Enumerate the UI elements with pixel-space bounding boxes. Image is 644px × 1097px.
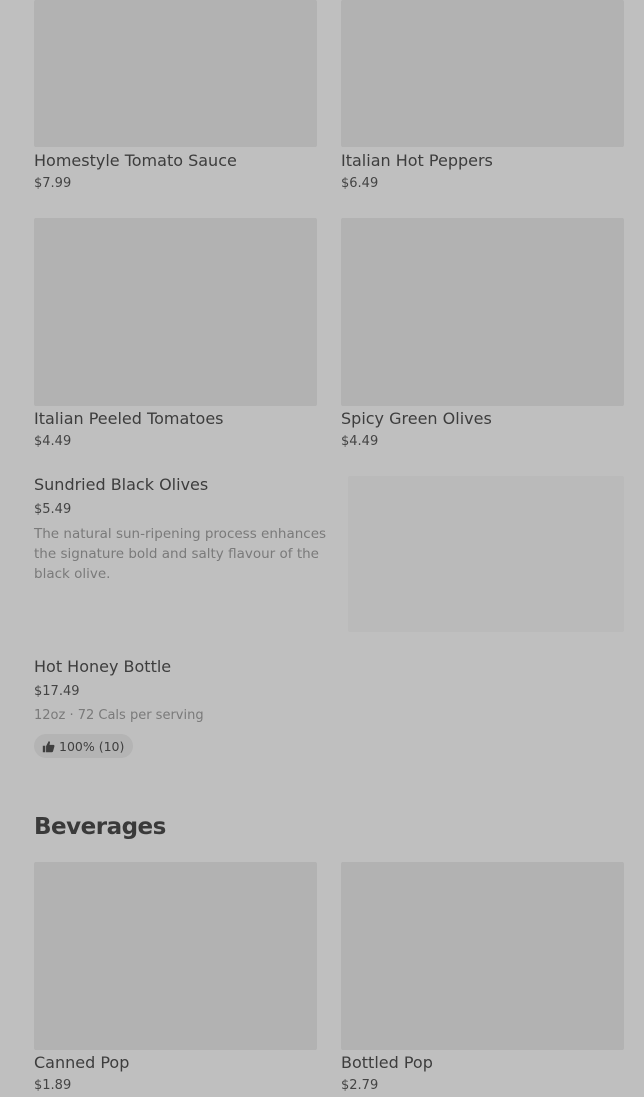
product-price: $2.79 — [341, 1078, 379, 1093]
product-name[interactable]: Bottled Pop — [341, 1053, 433, 1072]
list-item-sundried-black-olives[interactable]: Sundried Black Olives $5.49 The natural … — [0, 470, 644, 640]
product-price: $4.49 — [34, 434, 72, 449]
rating-badge: 100% (10) — [34, 734, 134, 758]
product-price: $4.49 — [341, 434, 379, 449]
product-name[interactable]: Italian Peeled Tomatoes — [34, 409, 224, 428]
product-name[interactable]: Homestyle Tomato Sauce — [34, 151, 237, 170]
product-image — [348, 476, 624, 632]
product-price: $5.49 — [34, 502, 72, 517]
product-meta: 12oz · 72 Cals per serving — [34, 708, 204, 723]
product-image-spicy-green-olives[interactable] — [341, 218, 624, 406]
product-name[interactable]: Spicy Green Olives — [341, 409, 492, 428]
product-price: $6.49 — [341, 176, 379, 191]
product-price: $7.99 — [34, 176, 72, 191]
product-image-homestyle-tomato-sauce[interactable] — [34, 0, 317, 147]
product-name: Hot Honey Bottle — [34, 657, 172, 676]
product-price: $17.49 — [34, 684, 80, 699]
product-name[interactable]: Italian Hot Peppers — [341, 151, 493, 170]
product-name: Sundried Black Olives — [34, 475, 209, 494]
thumbs-up-icon — [42, 740, 55, 752]
product-image-italian-peeled-tomatoes[interactable] — [34, 218, 317, 406]
product-description: The natural sun-ripening process enhance… — [34, 526, 327, 582]
rating-text: 100% (10) — [59, 738, 125, 754]
list-item-hot-honey-bottle[interactable]: Hot Honey Bottle $17.49 12oz · 72 Cals p… — [0, 652, 644, 772]
section-title-beverages: Beverages — [34, 814, 166, 840]
product-image-italian-hot-peppers[interactable] — [341, 0, 624, 147]
product-name[interactable]: Canned Pop — [34, 1053, 129, 1072]
product-price: $1.89 — [34, 1078, 72, 1093]
product-image-canned-pop[interactable] — [34, 862, 317, 1050]
product-image-bottled-pop[interactable] — [341, 862, 624, 1050]
